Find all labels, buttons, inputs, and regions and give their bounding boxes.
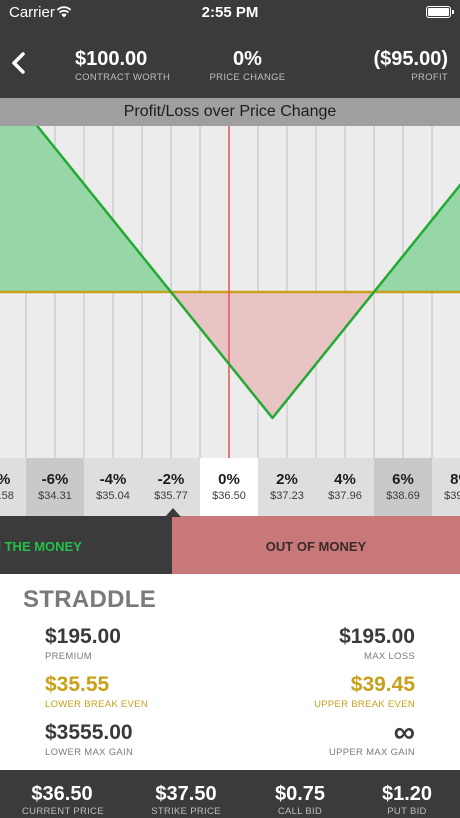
put-bid-stat: $1.20 PUT BID: [372, 783, 442, 817]
app-screen: Carrier 2:55 PM $100.00 CONTRACT WORTH 0…: [0, 0, 460, 818]
axis-cell[interactable]: 6% $38.69: [374, 458, 432, 516]
axis-price-label: $35.77: [154, 490, 188, 502]
put-bid-value: $1.20: [381, 783, 433, 805]
out-of-money-label: OUT OF MONEY: [265, 539, 367, 554]
lower-break-even-label: LOWER BREAK EVEN: [45, 699, 148, 710]
contract-worth-label: CONTRACT WORTH: [75, 72, 171, 83]
axis-percent-label: 6%: [392, 471, 414, 488]
axis-price-label: $34.31: [38, 490, 72, 502]
axis-cell[interactable]: -6% $34.31: [26, 458, 84, 516]
contract-worth-value: $100.00: [75, 48, 148, 70]
axis-price-label: $37.96: [328, 490, 362, 502]
lower-max-gain-value: $3555.00: [45, 721, 133, 744]
in-the-money-section: IN THE MONEY: [0, 516, 172, 574]
status-bar: Carrier 2:55 PM: [0, 0, 460, 26]
lower-break-even-value: $35.55: [45, 673, 110, 696]
in-the-money-label: IN THE MONEY: [0, 539, 82, 554]
axis-price-label: $37.23: [270, 490, 304, 502]
back-chevron-icon[interactable]: [8, 48, 32, 78]
strike-pointer-icon: [165, 508, 181, 517]
price-change-stat: 0% PRICE CHANGE: [200, 48, 295, 83]
out-of-money-section: OUT OF MONEY: [172, 516, 460, 574]
price-change-label: PRICE CHANGE: [209, 72, 286, 83]
max-loss-stat: $195.00 MAX LOSS: [339, 625, 415, 662]
strategy-panel: STRADDLE $195.00 PREMIUM $195.00 MAX LOS…: [0, 574, 460, 770]
current-price-stat: $36.50 CURRENT PRICE: [22, 783, 104, 817]
axis-cell[interactable]: -4% $35.04: [84, 458, 142, 516]
axis-percent-label: 2%: [276, 471, 298, 488]
premium-label: PREMIUM: [45, 651, 92, 662]
lower-max-gain-label: LOWER MAX GAIN: [45, 747, 134, 758]
axis-percent-label: -6%: [41, 471, 69, 488]
axis-cell[interactable]: 0% $36.50: [200, 458, 258, 516]
profit-stat: ($95.00) PROFIT: [374, 48, 449, 83]
max-loss-label: MAX LOSS: [364, 651, 415, 662]
axis-cell[interactable]: 8% $39.42: [432, 458, 460, 516]
axis-percent-label: -2%: [157, 471, 185, 488]
max-loss-value: $195.00: [339, 625, 415, 648]
axis-percent-label: 8%: [450, 471, 460, 488]
axis-percent-label: -8%: [0, 471, 26, 488]
current-price-label: CURRENT PRICE: [22, 806, 104, 817]
header: $100.00 CONTRACT WORTH 0% PRICE CHANGE (…: [0, 26, 460, 98]
clock: 2:55 PM: [201, 4, 259, 21]
strike-price-value: $37.50: [155, 783, 217, 805]
contract-worth-stat: $100.00 CONTRACT WORTH: [75, 48, 170, 83]
money-bar: IN THE MONEY OUT OF MONEY: [0, 516, 460, 574]
axis-price-label: $33.58: [0, 490, 14, 502]
battery-icon: [426, 6, 454, 18]
upper-break-even-value: $39.45: [350, 673, 415, 696]
axis-cell[interactable]: 2% $37.23: [258, 458, 316, 516]
axis-price-label: $38.69: [386, 490, 420, 502]
footer-stats: $36.50 CURRENT PRICE $37.50 STRIKE PRICE…: [0, 770, 460, 818]
current-price-value: $36.50: [31, 783, 93, 805]
profit-label: PROFIT: [411, 72, 448, 83]
premium-stat: $195.00 PREMIUM: [45, 625, 121, 662]
strategy-name: STRADDLE: [23, 586, 157, 613]
call-bid-stat: $0.75 CALL BID: [265, 783, 335, 817]
axis-percent-label: 0%: [218, 471, 240, 488]
lower-break-even-stat: $35.55 LOWER BREAK EVEN: [45, 673, 148, 710]
upper-break-even-stat: $39.45 UPPER BREAK EVEN: [314, 673, 415, 710]
chart-title: Profit/Loss over Price Change: [0, 98, 460, 126]
profit-value: ($95.00): [373, 48, 449, 70]
premium-value: $195.00: [45, 625, 121, 648]
put-bid-label: PUT BID: [387, 806, 427, 817]
price-change-value: 0%: [233, 48, 262, 70]
strike-price-stat: $37.50 STRIKE PRICE: [145, 783, 227, 817]
price-change-axis[interactable]: -8% $33.58 -6% $34.31 -4% $35.04 -2% $35.77 0% $3…: [0, 458, 460, 516]
call-bid-value: $0.75: [274, 783, 326, 805]
strike-price-label: STRIKE PRICE: [151, 806, 221, 817]
upper-max-gain-label: UPPER MAX GAIN: [328, 747, 415, 758]
infinity-value: ∞: [393, 716, 415, 749]
axis-price-label: $36.50: [212, 490, 246, 502]
axis-percent-label: 4%: [334, 471, 356, 488]
upper-max-gain-stat: ∞ UPPER MAX GAIN: [328, 716, 415, 759]
axis-price-label: $35.04: [96, 490, 130, 502]
axis-cell[interactable]: 4% $37.96: [316, 458, 374, 516]
axis-cell[interactable]: -8% $33.58: [0, 458, 26, 516]
call-bid-label: CALL BID: [277, 806, 323, 817]
axis-price-label: $39.42: [444, 490, 460, 502]
lower-max-gain-stat: $3555.00 LOWER MAX GAIN: [45, 721, 133, 758]
profit-loss-chart[interactable]: [0, 126, 460, 458]
axis-percent-label: -4%: [99, 471, 127, 488]
upper-break-even-label: UPPER BREAK EVEN: [314, 699, 415, 710]
